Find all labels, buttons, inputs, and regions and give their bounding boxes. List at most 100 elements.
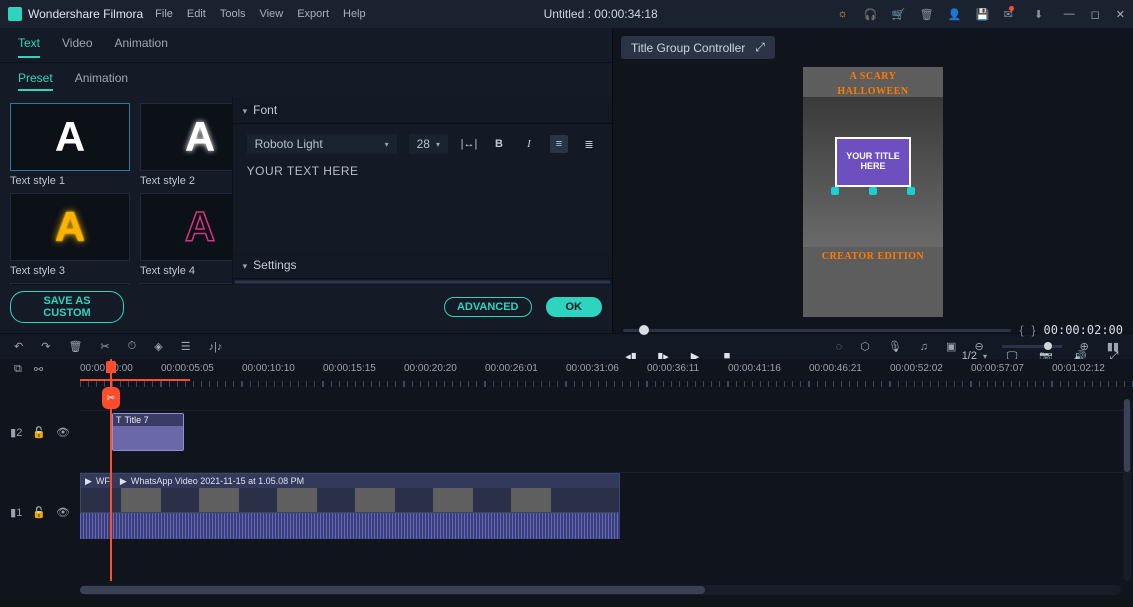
zoom-in-icon[interactable]: ⊕ bbox=[1080, 340, 1089, 353]
track-lock-icon[interactable]: 🔓 bbox=[32, 426, 46, 439]
track-mute-icon[interactable]: ▮1 bbox=[10, 506, 22, 519]
user-icon[interactable]: 👤 bbox=[948, 7, 962, 21]
clip-stub: WF bbox=[96, 476, 110, 486]
font-section-header[interactable]: Font bbox=[233, 97, 612, 124]
maximize-button[interactable]: ◻ bbox=[1091, 8, 1100, 21]
track-visibility-icon[interactable]: 👁 bbox=[56, 506, 70, 519]
cart-icon[interactable]: 🛒 bbox=[892, 7, 906, 21]
lightbulb-icon[interactable]: ☼ bbox=[836, 7, 850, 21]
preview-timecode: 00:00:02:00 bbox=[1044, 323, 1123, 337]
menu-view[interactable]: View bbox=[260, 8, 284, 20]
track-header: ▮1 🔓 👁 bbox=[0, 472, 80, 552]
delete-button[interactable]: 🗑 bbox=[68, 340, 82, 353]
time-ruler[interactable]: 00:00:00:00 00:00:05:05 00:00:10:10 00:0… bbox=[0, 359, 1133, 376]
clip-label: Title 7 bbox=[125, 415, 149, 425]
render-icon[interactable]: ◌ bbox=[836, 341, 843, 353]
audio-waveform[interactable] bbox=[80, 513, 620, 539]
playhead-split-icon[interactable]: ✂ bbox=[102, 387, 120, 409]
preset-text-style-3[interactable]: A bbox=[10, 193, 130, 261]
align-button[interactable]: ≡ bbox=[550, 135, 568, 153]
bold-button[interactable]: B bbox=[490, 135, 508, 153]
save-icon[interactable]: 💾 bbox=[976, 7, 990, 21]
timeline-zoom-slider[interactable] bbox=[1002, 345, 1062, 348]
menu-export[interactable]: Export bbox=[297, 8, 329, 20]
crop-icon[interactable]: ▣ bbox=[946, 340, 956, 353]
save-as-custom-button[interactable]: SAVE AS CUSTOM bbox=[10, 291, 124, 323]
audio-mixer-icon[interactable]: ♫ bbox=[920, 341, 928, 353]
title-editor-panel: Text Video Animation Preset Animation A … bbox=[0, 28, 612, 333]
split-button[interactable]: ✂ bbox=[100, 340, 109, 353]
letter-spacing-icon[interactable]: |↔| bbox=[460, 135, 478, 153]
selection-range bbox=[80, 379, 190, 381]
settings-section-header[interactable]: Settings bbox=[233, 252, 612, 279]
menu-tools[interactable]: Tools bbox=[220, 8, 246, 20]
minimize-button[interactable]: — bbox=[1064, 8, 1075, 21]
ruler-tick: 00:01:02:12 bbox=[1052, 363, 1133, 374]
ruler-tick: 00:00:41:16 bbox=[728, 363, 809, 374]
mail-icon[interactable]: ✉ bbox=[1004, 7, 1018, 21]
scrub-slider[interactable] bbox=[623, 329, 1011, 332]
font-family-select[interactable]: Roboto Light ▾ bbox=[247, 134, 397, 154]
playhead[interactable]: ✂ bbox=[110, 359, 112, 581]
track-mute-icon[interactable]: ▮2 bbox=[10, 426, 22, 439]
record-voiceover-icon[interactable]: 🎙 bbox=[888, 340, 902, 353]
video-clip[interactable]: ▶ WF ▶ WhatsApp Video 2021-11-15 at 1.05… bbox=[80, 473, 620, 513]
preset-text-style-2[interactable]: A bbox=[140, 103, 232, 171]
undo-button[interactable]: ↶ bbox=[14, 340, 23, 353]
preset-text-style-1[interactable]: A bbox=[10, 103, 130, 171]
track-body[interactable]: TTitle 7 bbox=[80, 410, 1133, 454]
align-justify-button[interactable]: ≣ bbox=[580, 135, 598, 153]
tab-video[interactable]: Video bbox=[62, 36, 92, 58]
main-tabs: Text Video Animation bbox=[0, 28, 612, 63]
mark-out-icon[interactable]: } bbox=[1032, 323, 1036, 337]
track-manager-icon[interactable]: ⧉ bbox=[14, 363, 22, 376]
font-panel: Font Roboto Light ▾ 28 ▾ |↔| B I ≡ ≣ bbox=[232, 97, 612, 285]
advanced-button[interactable]: ADVANCED bbox=[444, 297, 532, 317]
tab-text[interactable]: Text bbox=[18, 36, 40, 58]
close-button[interactable]: ✕ bbox=[1116, 8, 1125, 21]
track-body[interactable]: ▶ WF ▶ WhatsApp Video 2021-11-15 at 1.05… bbox=[80, 472, 1133, 552]
zoom-out-icon[interactable]: ⊖ bbox=[974, 340, 983, 353]
marker-icon[interactable]: ⬡ bbox=[860, 340, 870, 353]
selection-handles[interactable] bbox=[831, 187, 915, 195]
redo-button[interactable]: ↷ bbox=[41, 340, 50, 353]
subtab-animation[interactable]: Animation bbox=[75, 71, 128, 91]
chevron-down-icon: ▾ bbox=[436, 140, 440, 149]
title-group-controller-button[interactable]: Title Group Controller ⤢ bbox=[621, 36, 775, 59]
italic-button[interactable]: I bbox=[520, 135, 538, 153]
ruler-tick: 00:00:05:05 bbox=[161, 363, 242, 374]
track-visibility-icon[interactable]: 👁 bbox=[56, 426, 70, 439]
trash-icon[interactable]: 🗑 bbox=[920, 7, 934, 21]
keyframe-button[interactable]: ◈ bbox=[154, 340, 162, 353]
timeline-horizontal-scrollbar[interactable] bbox=[80, 585, 1121, 595]
preview-panel: Title Group Controller ⤢ A SCARY HALLOWE… bbox=[612, 28, 1133, 333]
subtab-preset[interactable]: Preset bbox=[18, 71, 53, 91]
preview-text: CREATOR EDITION bbox=[803, 247, 943, 266]
track-lock-icon[interactable]: 🔓 bbox=[32, 506, 46, 519]
timeline-layout-icon[interactable]: ▮▮ bbox=[1107, 340, 1119, 353]
speed-button[interactable]: ⏱ bbox=[128, 340, 137, 353]
menu-help[interactable]: Help bbox=[343, 8, 366, 20]
tab-animation[interactable]: Animation bbox=[115, 36, 168, 58]
title-text-input[interactable]: YOUR TEXT HERE bbox=[233, 164, 612, 188]
audio-icon[interactable]: ♪|♪ bbox=[209, 341, 223, 353]
settings-icon[interactable]: ☰ bbox=[181, 340, 191, 353]
timeline-vertical-scrollbar[interactable] bbox=[1123, 399, 1131, 581]
font-size-select[interactable]: 28 ▾ bbox=[409, 134, 448, 154]
preset-text-style-4[interactable]: A bbox=[140, 193, 232, 261]
menu-bar: File Edit Tools View Export Help bbox=[155, 8, 365, 20]
download-icon[interactable]: ⬇ bbox=[1032, 7, 1046, 21]
title-track: ▮2 🔓 👁 TTitle 7 bbox=[0, 410, 1133, 454]
preview-viewport[interactable]: A SCARY HALLOWEEN YOUR TITLE HERE CREATO… bbox=[613, 67, 1133, 317]
menu-file[interactable]: File bbox=[155, 8, 173, 20]
ruler-tick: 00:00:10:10 bbox=[242, 363, 323, 374]
mark-in-icon[interactable]: { bbox=[1019, 323, 1023, 337]
title-clip[interactable]: TTitle 7 bbox=[112, 413, 184, 451]
preview-text: HALLOWEEN bbox=[803, 82, 943, 97]
selected-title-element[interactable]: YOUR TITLE HERE bbox=[835, 137, 911, 187]
font-family-value: Roboto Light bbox=[255, 137, 323, 151]
menu-edit[interactable]: Edit bbox=[187, 8, 206, 20]
headphones-icon[interactable]: 🎧 bbox=[864, 7, 878, 21]
link-icon[interactable]: ⚯ bbox=[34, 363, 43, 376]
ok-button[interactable]: OK bbox=[546, 297, 603, 317]
